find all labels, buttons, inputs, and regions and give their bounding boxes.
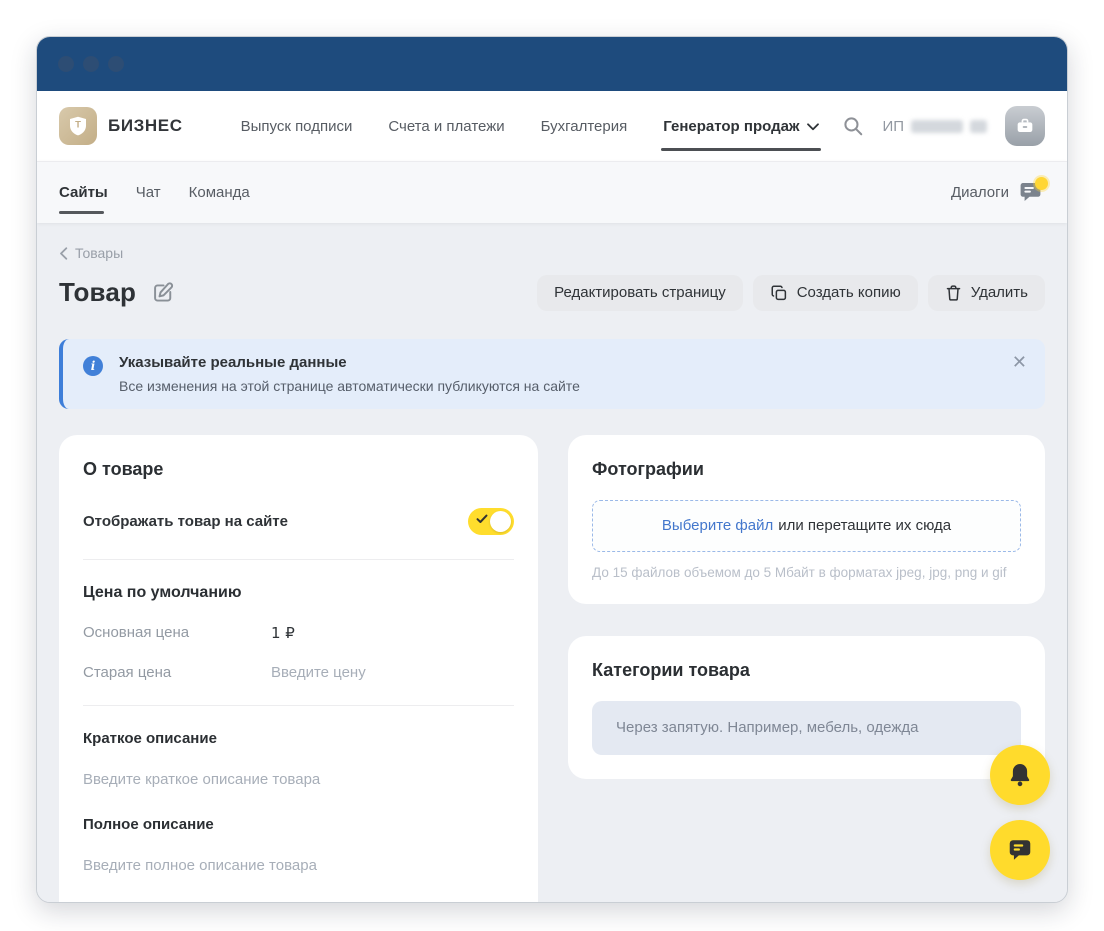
visibility-toggle-row: Отображать товар на сайте <box>83 507 515 535</box>
brand-name: БИЗНЕС <box>108 116 183 135</box>
account-prefix: ИП <box>882 117 904 135</box>
right-column: Фотографии Выберите файл или перетащите … <box>568 434 1045 779</box>
nav-item-signature[interactable]: Выпуск подписи <box>241 91 353 161</box>
categories-card: Категории товара Через запятую. Например… <box>568 635 1045 779</box>
full-description-title: Полное описание <box>83 815 214 833</box>
full-description-input[interactable]: Введите полное описание товара <box>83 857 514 874</box>
page-title: Товар <box>59 277 137 307</box>
categories-input[interactable]: Через запятую. Например, мебель, одежда <box>592 700 1021 755</box>
old-price-label: Старая цена <box>83 663 172 681</box>
window-control-dot[interactable] <box>83 56 99 72</box>
file-upload-dropzone[interactable]: Выберите файл или перетащите их сюда <box>592 499 1021 552</box>
old-price-input[interactable]: Введите цену <box>271 664 366 681</box>
visibility-toggle-label: Отображать товар на сайте <box>83 512 288 530</box>
dropzone-text: или перетащите их сюда <box>778 517 952 534</box>
dialogs-icon[interactable] <box>1019 176 1048 205</box>
notification-dot <box>1035 176 1048 190</box>
old-price-row: Старая цена Введите цену <box>83 664 514 681</box>
browser-titlebar <box>37 37 1067 91</box>
check-icon <box>476 514 488 523</box>
delete-label: Удалить <box>970 284 1028 301</box>
categories-card-title: Категории товара <box>592 659 750 680</box>
tab-team[interactable]: Команда <box>189 162 250 223</box>
toggle-knob <box>490 510 512 532</box>
about-card-title: О товаре <box>83 458 164 479</box>
window-controls <box>58 56 124 72</box>
support-chat-fab[interactable] <box>990 820 1050 880</box>
edit-title-icon[interactable] <box>150 280 176 306</box>
tinkoff-shield-icon: Т <box>59 107 97 145</box>
header-right: ИП <box>842 106 1045 146</box>
banner-texts: Указывайте реальные данные Все изменения… <box>119 354 580 394</box>
nav-item-sales-generator[interactable]: Генератор продаж <box>661 91 821 161</box>
visibility-toggle[interactable] <box>468 507 515 535</box>
nav-item-payments[interactable]: Счета и платежи <box>388 91 504 161</box>
notifications-fab[interactable] <box>990 745 1050 805</box>
subnav-right: Диалоги <box>951 176 1048 205</box>
banner-subtitle: Все изменения на этой странице автоматич… <box>119 377 580 394</box>
chevron-down-icon <box>806 123 819 131</box>
svg-text:Т: Т <box>75 120 81 131</box>
short-description-input[interactable]: Введите краткое описание товара <box>83 771 514 788</box>
about-product-card: О товаре Отображать товар на сайте Цена … <box>59 434 539 902</box>
upload-hint: До 15 файлов объемом до 5 Мбайт в формат… <box>592 564 1007 580</box>
info-icon: i <box>83 355 103 376</box>
tab-chat[interactable]: Чат <box>136 162 161 223</box>
content-columns: О товаре Отображать товар на сайте Цена … <box>59 434 1045 902</box>
short-description-title: Краткое описание <box>83 729 217 747</box>
bell-icon <box>1010 764 1030 787</box>
page-content: Товары Товар Редактировать страницу Созд… <box>37 223 1067 902</box>
delete-button[interactable]: Удалить <box>927 274 1045 311</box>
create-copy-button[interactable]: Создать копию <box>752 274 918 311</box>
page-actions: Редактировать страницу Создать копию Уда… <box>537 274 1045 311</box>
sub-navigation: Сайты Чат Команда Диалоги <box>37 161 1067 223</box>
photos-card: Фотографии Выберите файл или перетащите … <box>568 434 1045 604</box>
create-copy-label: Создать копию <box>796 284 901 301</box>
chevron-left-icon <box>60 246 68 260</box>
main-price-row: Основная цена 1 ₽ <box>83 624 514 642</box>
window-control-dot[interactable] <box>108 56 124 72</box>
screenshot-stage: Т БИЗНЕС Выпуск подписи Счета и платежи … <box>0 0 1104 931</box>
avatar[interactable] <box>1005 106 1045 146</box>
banner-title: Указывайте реальные данные <box>119 353 347 371</box>
title-row: Товар Редактировать страницу Создать коп… <box>59 274 1045 311</box>
info-banner: i Указывайте реальные данные Все изменен… <box>59 338 1045 409</box>
photos-card-title: Фотографии <box>592 458 704 479</box>
brand-logo[interactable]: Т БИЗНЕС <box>59 107 183 145</box>
blurred-account-name <box>970 119 987 133</box>
browser-window: Т БИЗНЕС Выпуск подписи Счета и платежи … <box>36 36 1068 903</box>
close-icon[interactable]: ✕ <box>1012 353 1027 371</box>
blurred-account-name <box>911 119 963 133</box>
main-navigation: Выпуск подписи Счета и платежи Бухгалтер… <box>241 91 821 161</box>
breadcrumb-label: Товары <box>75 245 124 261</box>
main-price-label: Основная цена <box>83 623 190 641</box>
edit-page-label: Редактировать страницу <box>554 284 726 301</box>
trash-icon <box>946 284 960 301</box>
account-name[interactable]: ИП <box>882 118 987 135</box>
copy-icon <box>771 285 786 300</box>
nav-item-label: Генератор продаж <box>663 117 800 135</box>
divider <box>83 704 515 706</box>
edit-page-button[interactable]: Редактировать страницу <box>537 274 743 311</box>
search-icon[interactable] <box>842 115 864 137</box>
divider <box>83 558 515 560</box>
choose-file-link[interactable]: Выберите файл <box>662 517 773 534</box>
main-price-input[interactable]: 1 ₽ <box>271 624 295 642</box>
window-control-dot[interactable] <box>58 56 74 72</box>
app-header: Т БИЗНЕС Выпуск подписи Счета и платежи … <box>37 91 1067 161</box>
dialogs-link[interactable]: Диалоги <box>951 184 1009 201</box>
tab-sites[interactable]: Сайты <box>59 162 108 223</box>
chat-bubble-icon <box>1009 840 1031 860</box>
nav-item-accounting[interactable]: Бухгалтерия <box>541 91 628 161</box>
breadcrumb[interactable]: Товары <box>59 245 123 261</box>
price-section-title: Цена по умолчанию <box>83 583 242 601</box>
briefcase-icon <box>1017 118 1033 132</box>
